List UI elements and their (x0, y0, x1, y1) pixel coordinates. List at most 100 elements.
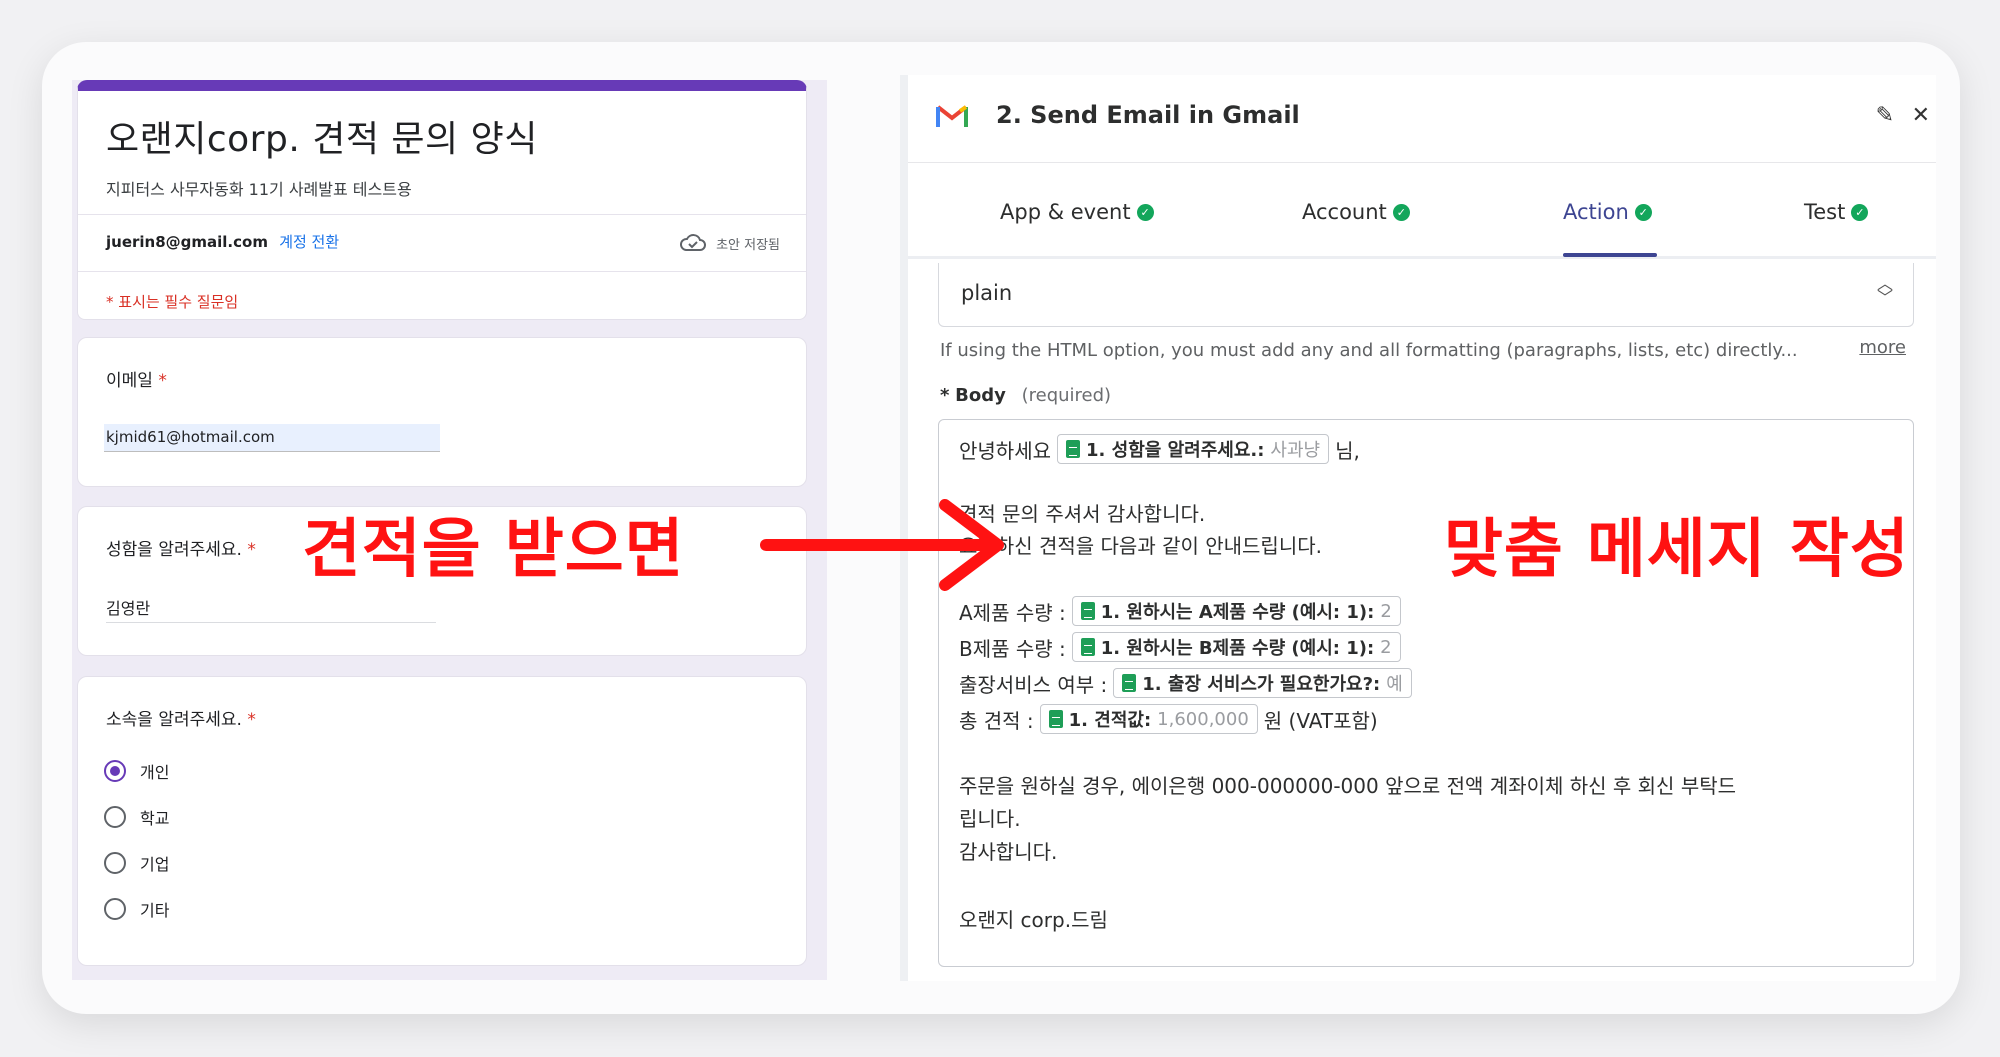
more-link[interactable]: more (1859, 337, 1906, 358)
radio-option-school[interactable]: 학교 (104, 805, 169, 829)
body-type-select[interactable]: plain ︿ ﹀ (938, 263, 1914, 327)
active-tab-indicator (1563, 253, 1657, 257)
tab-test[interactable]: Test ✓ (1804, 200, 1869, 224)
google-sheets-icon (1066, 440, 1080, 458)
google-sheets-icon (1122, 674, 1137, 692)
draft-status-label: 초안 저장됨 (716, 237, 780, 253)
radio-option-individual[interactable]: 개인 (104, 759, 169, 783)
draft-status: 초안 저장됨 (680, 233, 780, 253)
radio-button[interactable] (104, 806, 126, 828)
radio-option-other[interactable]: 기타 (104, 897, 169, 921)
close-icon[interactable]: ✕ (1912, 103, 1930, 128)
edit-pencil-icon[interactable]: ✎ (1876, 103, 1894, 128)
google-sheets-icon (1080, 638, 1095, 656)
google-sheets-icon (1048, 710, 1063, 728)
required-star: * (158, 371, 167, 391)
form-subtitle: 지피터스 사무자동화 11기 사례발표 테스트용 (106, 180, 412, 199)
step-title: 2. Send Email in Gmail (996, 101, 1300, 129)
pill-label: 1. 성함을 알려주세요.: (1086, 440, 1265, 461)
question-label-text: 성함을 알려주세요. (106, 540, 242, 560)
chevron-up-down-icon: ︿ ﹀ (1876, 274, 1893, 307)
annotation-right: 맞춤 메세지 작성 (1444, 513, 1910, 587)
required-hint: (required) (1021, 385, 1112, 406)
body-text: 출장서비스 여부 : (959, 672, 1108, 697)
pill-value: 사과냥 (1270, 440, 1321, 461)
field-pill[interactable]: 1. 원하시는 A제품 수량 (예시: 1): 2 (1071, 596, 1401, 626)
body-line-greeting: 안녕하세요 1. 성함을 알려주세요.: 사과냥 님, (959, 434, 1360, 464)
question-label: 성함을 알려주세요. * (106, 535, 256, 560)
pill-value: 2 (1380, 600, 1392, 622)
radio-label: 학교 (140, 809, 170, 828)
body-field-label: * Body (required) (940, 385, 1111, 406)
radio-option-company[interactable]: 기업 (104, 851, 169, 875)
radio-button[interactable] (104, 760, 126, 782)
tab-app-event[interactable]: App & event ✓ (1000, 200, 1154, 224)
check-icon: ✓ (1136, 203, 1154, 221)
cloud-done-icon (680, 234, 706, 251)
body-text: 원 (VAT포함) (1263, 708, 1378, 733)
body-line-total: 총 견적 : 1. 견적값: 1,600,000 원 (VAT포함) (959, 704, 1378, 734)
radio-label: 기타 (140, 901, 170, 920)
html-hint: If using the HTML option, you must add a… (940, 340, 1798, 361)
body-line-service: 출장서비스 여부 : 1. 출장 서비스가 필요한가요?: 예 (959, 668, 1418, 698)
required-note: * 표시는 필수 질문임 (106, 293, 239, 311)
switch-account-link[interactable]: 계정 전환 (279, 233, 339, 251)
radio-button[interactable] (104, 852, 126, 874)
email-input[interactable]: kjmid61@hotmail.com (104, 424, 440, 452)
radio-label: 기업 (140, 855, 170, 874)
tab-label: Account (1302, 200, 1387, 224)
question-email: 이메일 * kjmid61@hotmail.com (77, 337, 807, 487)
tab-account[interactable]: Account ✓ (1302, 200, 1410, 224)
tab-action[interactable]: Action ✓ (1563, 200, 1652, 224)
account-email: juerin8@gmail.com (106, 233, 268, 251)
question-label: 소속을 알려주세요. * (106, 705, 256, 730)
body-text: A제품 수량 : (959, 600, 1066, 625)
body-line-order-cont: 립니다. (959, 807, 1021, 831)
required-star: * (247, 540, 256, 560)
red-arrow-icon (760, 499, 1004, 591)
field-pill[interactable]: 1. 견적값: 1,600,000 (1039, 704, 1258, 734)
annotation-left: 견적을 받으면 (302, 513, 685, 587)
question-affiliation: 소속을 알려주세요. * 개인 학교 기업 기타 (77, 676, 807, 966)
check-icon: ✓ (1851, 203, 1869, 221)
name-input[interactable]: 김영란 (106, 595, 436, 623)
body-text: 님, (1335, 438, 1360, 463)
check-icon: ✓ (1392, 203, 1410, 221)
tab-label: Test (1804, 200, 1846, 224)
step-header: 2. Send Email in Gmail ✎ ✕ (908, 75, 1936, 163)
field-pill[interactable]: 1. 성함을 알려주세요.: 사과냥 (1057, 434, 1330, 464)
tab-label: Action (1563, 200, 1629, 224)
pill-label: 1. 출장 서비스가 필요한가요?: (1142, 674, 1381, 695)
required-star: * (247, 710, 256, 730)
tab-label: App & event (1000, 200, 1131, 224)
account-info: juerin8@gmail.com 계정 전환 (106, 231, 339, 252)
divider (78, 214, 806, 215)
pill-value: 예 (1386, 674, 1403, 695)
field-pill[interactable]: 1. 원하시는 B제품 수량 (예시: 1): 2 (1071, 632, 1401, 662)
pill-label: 1. 원하시는 B제품 수량 (예시: 1): (1100, 638, 1375, 659)
select-value: plain (961, 281, 1013, 305)
body-text: 안녕하세요 (959, 438, 1051, 463)
required-star: * (940, 385, 950, 406)
question-label-text: 소속을 알려주세요. (106, 710, 242, 730)
body-line-a-qty: A제품 수량 : 1. 원하시는 A제품 수량 (예시: 1): 2 (959, 596, 1407, 626)
pill-value: 2 (1380, 636, 1392, 658)
body-text: B제품 수량 : (959, 636, 1066, 661)
google-sheets-icon (1080, 602, 1095, 620)
field-pill[interactable]: 1. 출장 서비스가 필요한가요?: 예 (1113, 668, 1412, 698)
gmail-logo-icon (936, 105, 968, 127)
form-title: 오랜지corp. 견적 문의 양식 (106, 119, 538, 160)
radio-button[interactable] (104, 898, 126, 920)
body-line-closing: 감사합니다. (959, 840, 1058, 864)
body-line-b-qty: B제품 수량 : 1. 원하시는 B제품 수량 (예시: 1): 2 (959, 632, 1407, 662)
body-line-signature: 오랜지 corp.드림 (959, 908, 1108, 932)
question-label-text: 이메일 (106, 371, 153, 391)
body-label-text: Body (955, 385, 1006, 406)
body-line-order: 주문을 원하실 경우, 에이은행 000-000000-000 앞으로 전액 계… (959, 774, 1737, 798)
divider (78, 271, 806, 272)
radio-label: 개인 (140, 763, 170, 782)
pill-label: 1. 견적값: (1068, 710, 1152, 731)
pill-value: 1,600,000 (1157, 708, 1249, 730)
body-text: 총 견적 : (959, 708, 1034, 733)
pill-label: 1. 원하시는 A제품 수량 (예시: 1): (1100, 602, 1375, 623)
